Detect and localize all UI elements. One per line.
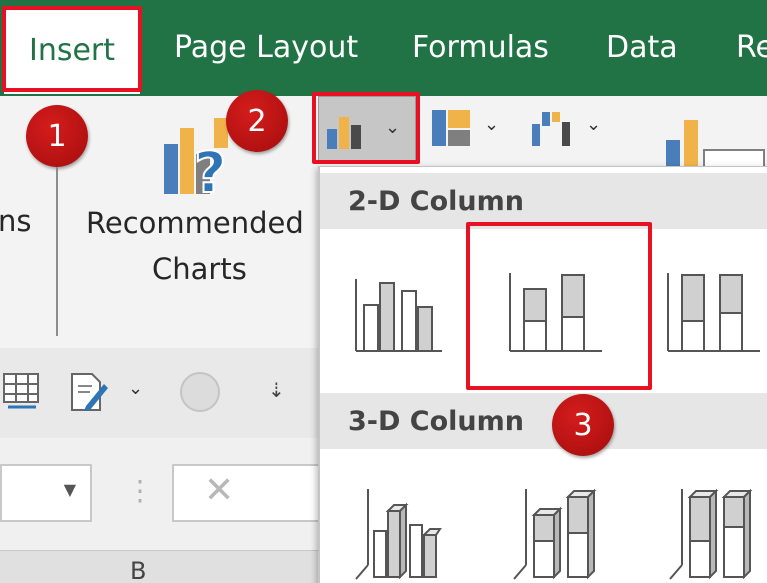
recommended-charts-label-line2: Charts — [152, 252, 247, 286]
pivot-chart-icon[interactable] — [664, 116, 767, 168]
3d-100-stacked-column-chart-icon[interactable] — [668, 485, 760, 581]
tab-insert-label: Insert — [28, 32, 116, 68]
chevron-down-icon: ⌄ — [484, 114, 500, 135]
waterfall-chart-icon — [532, 112, 570, 146]
insert-hierarchy-chart-button[interactable]: ⌄ — [424, 96, 508, 162]
caret-down-icon[interactable]: ▼ — [64, 480, 76, 499]
chevron-down-icon: ⌄ — [586, 114, 602, 135]
column-chart-icon — [327, 117, 361, 149]
column-chart-gallery: 2-D Column 3-D Column — [318, 166, 767, 583]
drag-handle-icon: ⋮ — [126, 474, 154, 507]
step-badge-1: 1 — [26, 105, 88, 167]
tab-review[interactable]: Re — [736, 30, 767, 65]
stacked-column-chart-icon[interactable] — [508, 271, 604, 353]
tab-data[interactable]: Data — [606, 30, 678, 65]
100-stacked-column-chart-icon[interactable] — [666, 271, 762, 353]
step-badge-3: 3 — [552, 394, 614, 456]
hierarchy-chart-icon — [432, 110, 470, 146]
table-icon[interactable] — [2, 370, 42, 410]
recommended-charts-label-line1: Recommended — [86, 206, 304, 240]
name-box[interactable]: ▼ — [0, 464, 92, 522]
formula-buttons: ✕ — [172, 464, 332, 522]
step-badge-1-leader — [56, 167, 58, 179]
ribbon-group-separator — [56, 170, 58, 336]
customize-toolbar-icon[interactable]: ⇣ — [268, 378, 285, 402]
column-header-b[interactable]: B — [130, 557, 146, 583]
3d-stacked-column-chart-icon[interactable] — [512, 485, 604, 581]
cancel-x-icon[interactable]: ✕ — [204, 470, 234, 511]
edit-document-icon[interactable] — [68, 370, 112, 414]
chevron-down-icon[interactable]: ⌄ — [128, 378, 143, 399]
section-3d-column-header: 3-D Column — [320, 393, 767, 449]
tab-page-layout[interactable]: Page Layout — [174, 30, 358, 65]
svg-text:?: ? — [194, 141, 226, 200]
tab-formulas[interactable]: Formulas — [412, 30, 549, 65]
circle-icon[interactable] — [180, 372, 220, 412]
tab-insert[interactable]: Insert — [4, 6, 140, 94]
3d-clustered-column-chart-icon[interactable] — [354, 485, 446, 581]
insert-waterfall-chart-button[interactable]: ⌄ — [524, 96, 612, 162]
chevron-down-icon: ⌄ — [385, 117, 401, 138]
ribbon-tab-bar: Insert Page Layout Formulas Data Re — [0, 0, 767, 96]
insert-column-chart-button[interactable]: ⌄ — [318, 96, 416, 162]
ribbon-partial-label: ns — [0, 204, 32, 238]
clustered-column-chart-icon[interactable] — [354, 277, 444, 353]
step-badge-2: 2 — [226, 90, 288, 152]
section-2d-column-header: 2-D Column — [320, 173, 767, 229]
